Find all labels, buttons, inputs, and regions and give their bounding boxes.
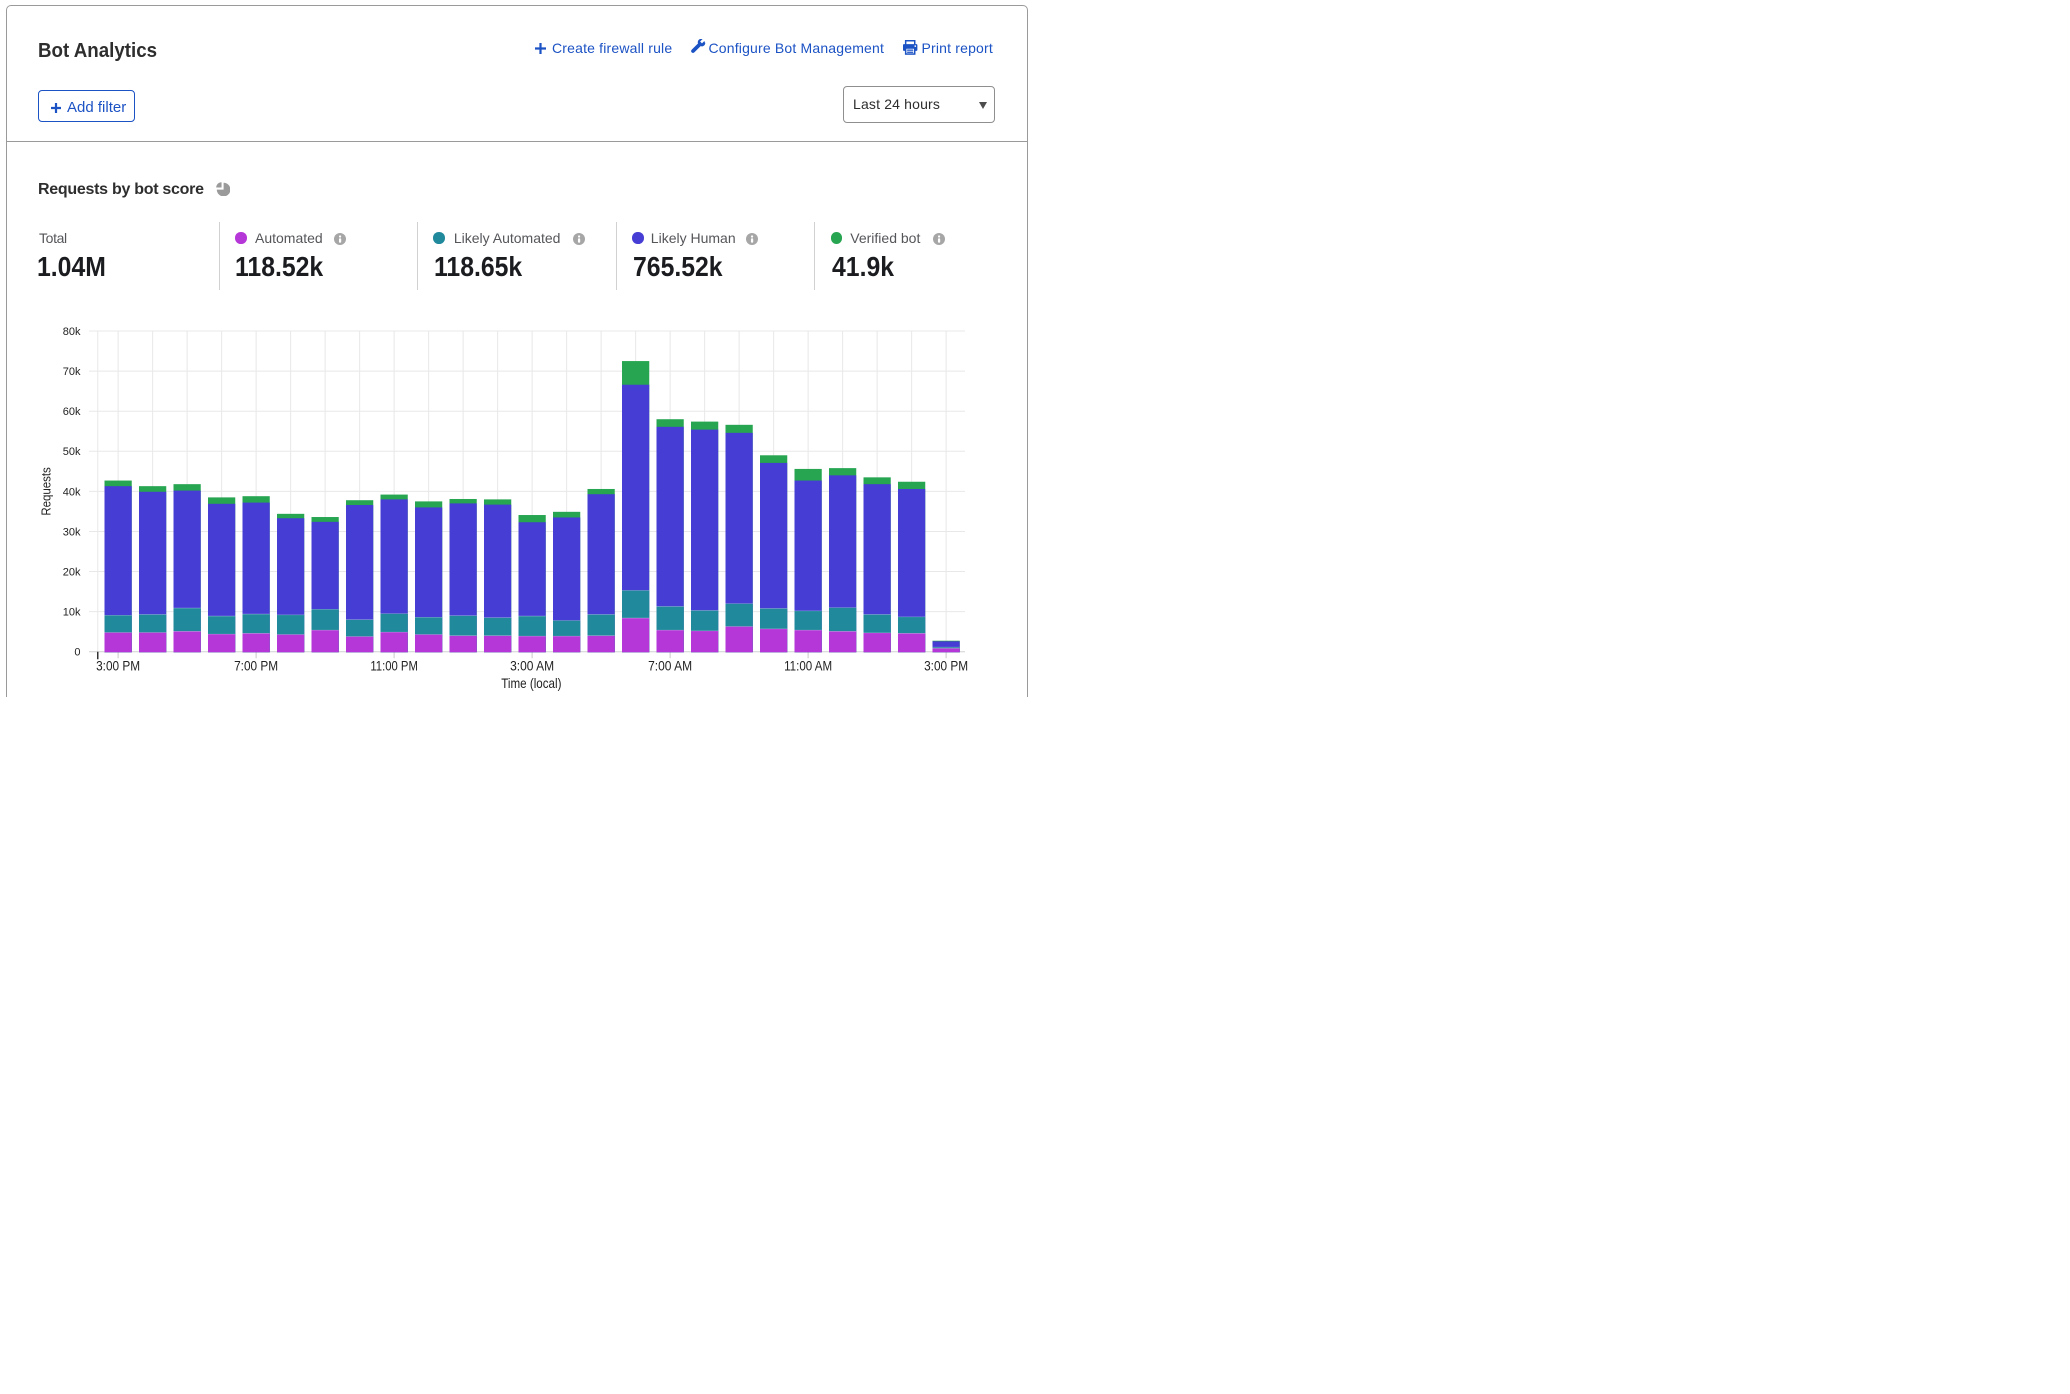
svg-text:30k: 30k bbox=[63, 526, 81, 538]
svg-text:Time (local): Time (local) bbox=[501, 675, 561, 691]
svg-text:0: 0 bbox=[74, 647, 80, 659]
svg-text:11:00 AM: 11:00 AM bbox=[784, 658, 832, 674]
svg-text:20k: 20k bbox=[63, 566, 81, 578]
svg-text:3:00 PM: 3:00 PM bbox=[96, 658, 140, 674]
svg-text:70k: 70k bbox=[63, 366, 81, 378]
svg-text:7:00 PM: 7:00 PM bbox=[234, 658, 278, 674]
svg-text:50k: 50k bbox=[63, 446, 81, 458]
svg-text:11:00 PM: 11:00 PM bbox=[370, 658, 418, 674]
svg-text:Requests: Requests bbox=[39, 467, 54, 516]
svg-text:80k: 80k bbox=[63, 326, 81, 338]
svg-text:10k: 10k bbox=[63, 607, 81, 619]
svg-text:40k: 40k bbox=[63, 486, 81, 498]
svg-text:60k: 60k bbox=[63, 406, 81, 418]
svg-text:7:00 AM: 7:00 AM bbox=[648, 658, 692, 674]
svg-text:3:00 PM: 3:00 PM bbox=[924, 658, 968, 674]
svg-text:3:00 AM: 3:00 AM bbox=[510, 658, 554, 674]
